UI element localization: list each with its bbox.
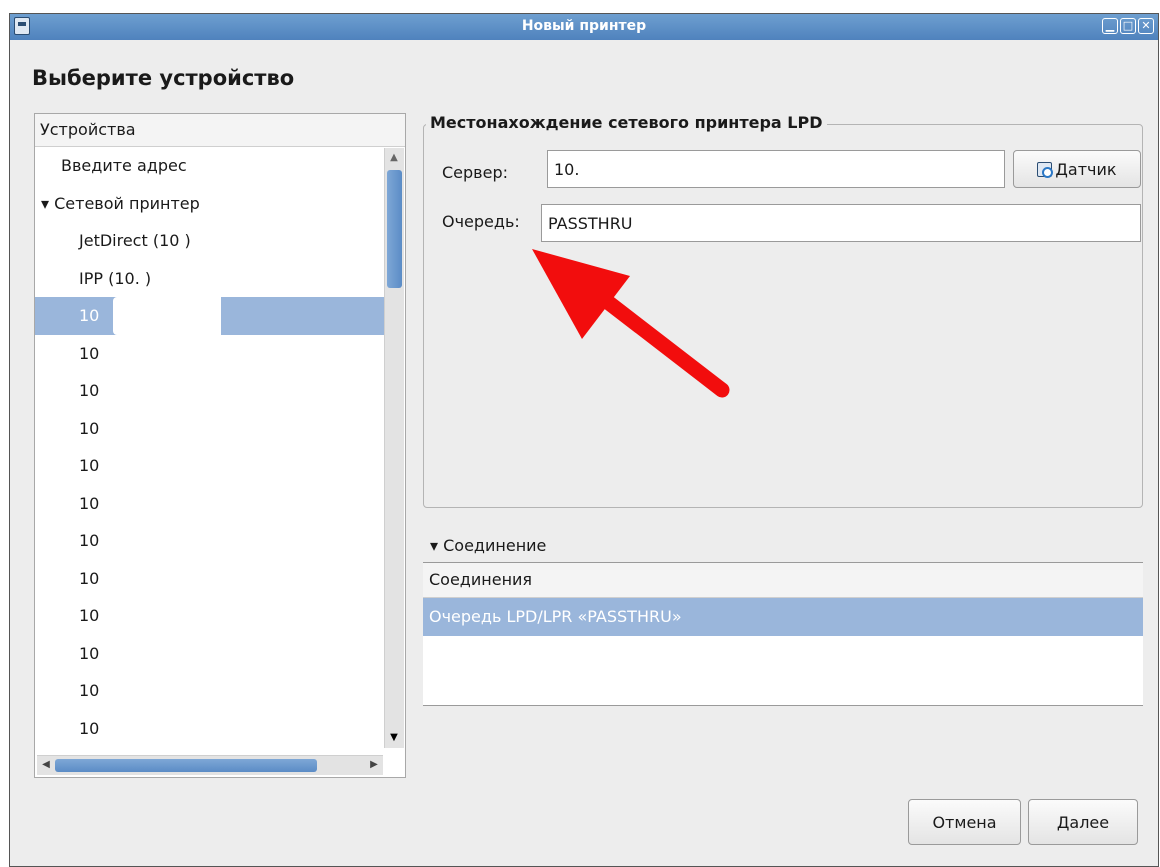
devices-tree[interactable]: Введите адрес ▾ Сетевой принтер JetDirect … [35, 147, 385, 747]
device-item[interactable]: 10 [35, 635, 385, 673]
vertical-scrollbar[interactable]: ▲ ▼ [384, 148, 404, 748]
cancel-button[interactable]: Отмена [908, 799, 1021, 845]
lpd-group-title: Местонахождение сетевого принтера LPD [426, 113, 827, 132]
device-item-label: 10 [79, 643, 100, 663]
device-item[interactable]: 10 [35, 410, 385, 448]
close-button[interactable]: ✕ [1138, 18, 1154, 34]
device-item-label: Введите адрес [61, 156, 187, 175]
connections-column-header[interactable]: Соединения [423, 563, 1143, 598]
device-item-label: 10 [79, 568, 100, 588]
probe-button-label: Датчик [1055, 159, 1117, 179]
redaction-mask [113, 297, 221, 335]
device-item-label: JetDirect (10 ) [79, 231, 191, 250]
device-item-label: 10 [79, 381, 100, 400]
window-title: Новый принтер [521, 18, 647, 34]
minimize-button[interactable]: ▁ [1102, 18, 1118, 34]
connections-list[interactable]: Соединения Очередь LPD/LPR «PASSTHRU» [423, 562, 1143, 706]
maximize-button[interactable]: □ [1120, 18, 1136, 34]
device-item[interactable]: 10 [35, 672, 385, 710]
device-item[interactable]: 10 [35, 710, 385, 748]
device-item-label: 10 [79, 456, 100, 475]
device-item-label: IPP (10. ) [79, 268, 152, 288]
device-item-label: 10 [79, 418, 100, 438]
device-item[interactable]: ▾ Сетевой принтер [35, 185, 385, 223]
device-item[interactable]: IPP (10. ) [35, 260, 385, 298]
probe-icon [1037, 161, 1054, 178]
device-item-label: 10 [79, 718, 100, 738]
device-item[interactable]: JetDirect (10 ) [35, 222, 385, 260]
queue-label: Очередь: [442, 212, 520, 231]
device-item[interactable]: 10 [35, 447, 385, 485]
server-label: Сервер: [442, 163, 508, 182]
device-item-label: 10 [79, 531, 100, 550]
horizontal-scrollbar[interactable]: ◀ ▶ [37, 755, 383, 775]
scroll-left-icon[interactable]: ◀ [38, 757, 54, 773]
vertical-scroll-thumb[interactable] [387, 170, 402, 288]
horizontal-scroll-thumb[interactable] [55, 759, 317, 772]
device-item[interactable]: 10 [35, 560, 385, 598]
annotation-arrow [532, 249, 730, 398]
probe-button[interactable]: Датчик [1013, 150, 1141, 188]
device-item[interactable]: 10 [35, 485, 385, 523]
device-item-label: ▾ Сетевой принтер [41, 193, 200, 213]
device-item-label: 10 [79, 606, 100, 625]
new-printer-window: Новый принтер ▁ □ ✕ Выберите устройство … [9, 13, 1159, 867]
device-item-label: 10 [79, 681, 100, 700]
device-item[interactable]: 10 [35, 335, 385, 373]
next-button[interactable]: Далее [1028, 799, 1138, 845]
devices-column-header[interactable]: Устройства [35, 114, 405, 147]
device-item[interactable]: 10 [35, 597, 385, 635]
queue-input[interactable] [541, 204, 1141, 242]
page-heading: Выберите устройство [32, 66, 295, 90]
device-item[interactable]: 10 [35, 522, 385, 560]
device-item-label: 10 [79, 343, 100, 363]
scroll-down-icon[interactable]: ▼ [386, 730, 402, 746]
device-item-label: 10 [79, 306, 100, 325]
device-item-selected[interactable]: 10 [35, 297, 385, 335]
connection-expander[interactable]: ▾ Соединение [430, 536, 546, 555]
device-item[interactable]: 10 [35, 372, 385, 410]
devices-list[interactable]: Устройства Введите адрес ▾ Сетевой принте… [34, 113, 406, 778]
connection-row[interactable]: Очередь LPD/LPR «PASSTHRU» [423, 598, 1143, 636]
scroll-up-icon[interactable]: ▲ [386, 150, 402, 166]
scroll-right-icon[interactable]: ▶ [366, 757, 382, 773]
title-bar[interactable]: Новый принтер ▁ □ ✕ [10, 14, 1158, 40]
server-input[interactable] [547, 150, 1005, 188]
device-item-label: 10 [79, 493, 100, 513]
device-item[interactable]: Введите адрес [35, 147, 385, 185]
